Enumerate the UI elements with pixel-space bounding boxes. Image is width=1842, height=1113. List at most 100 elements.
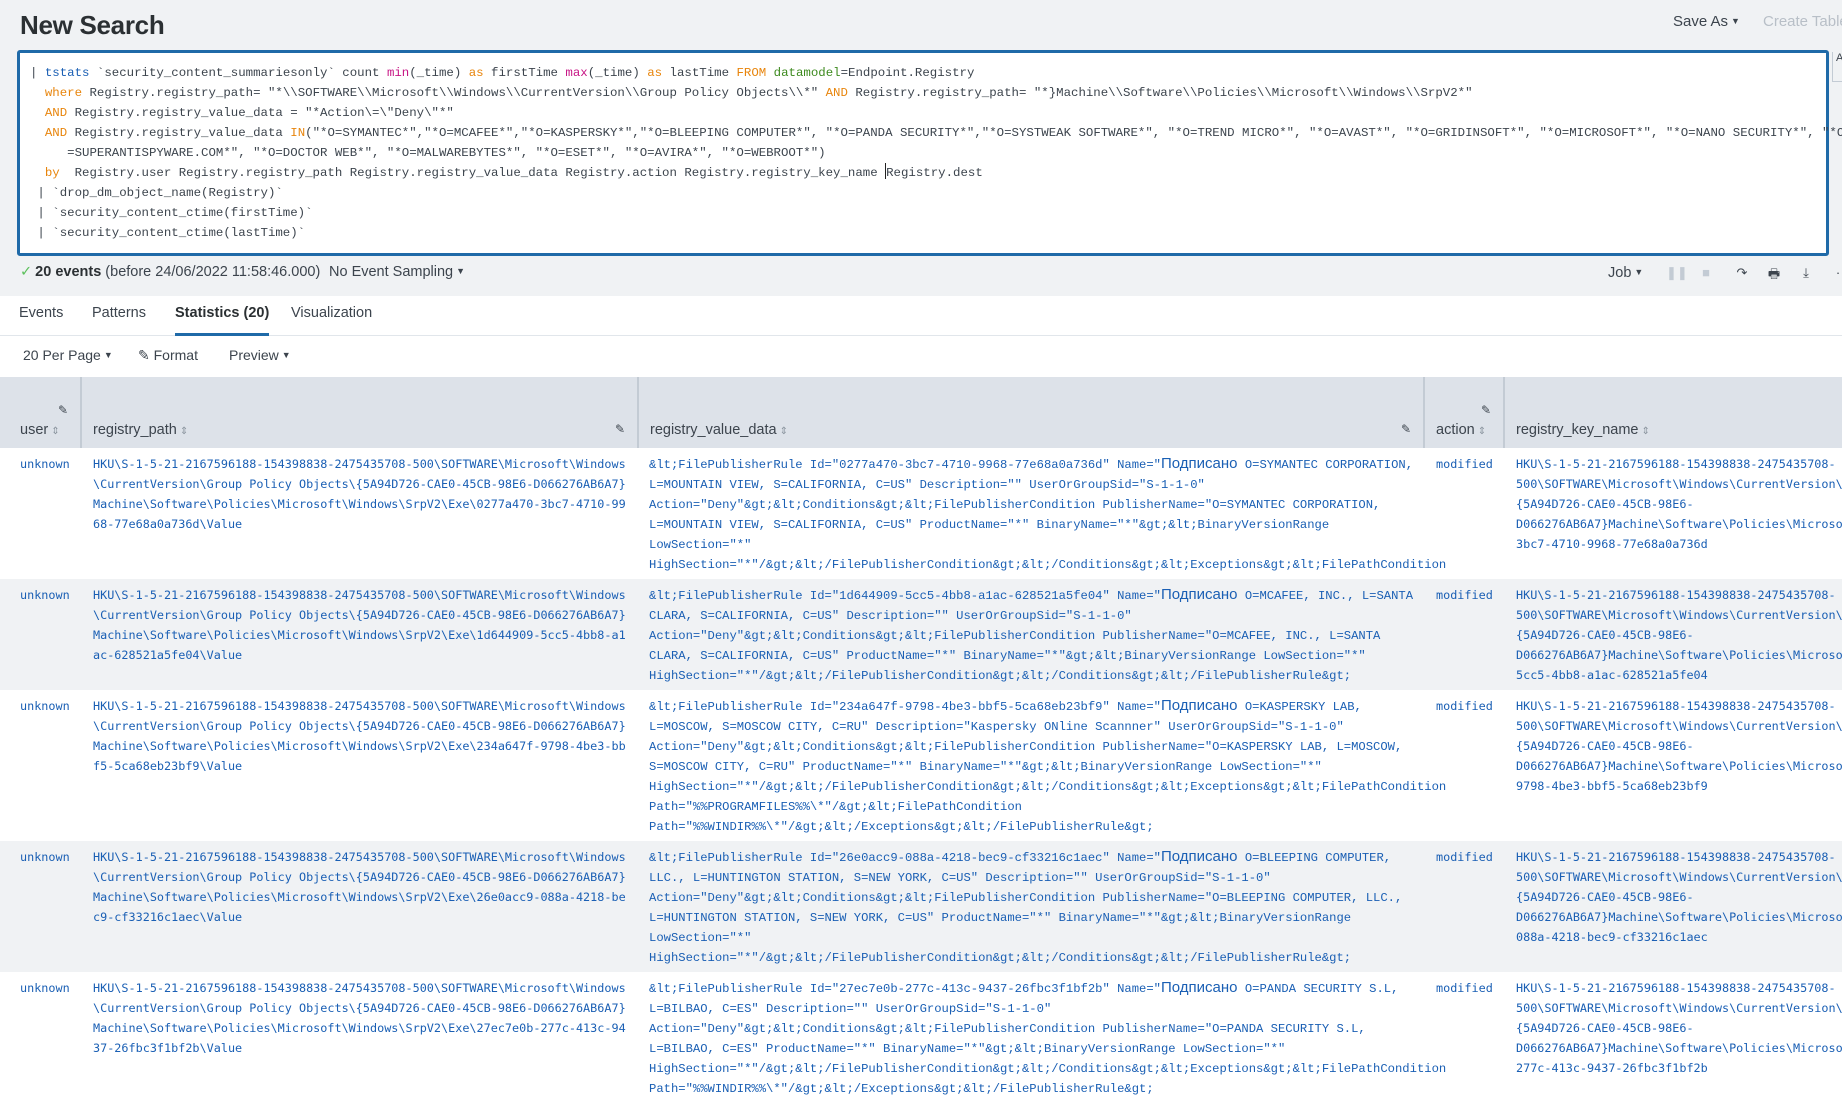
preview-dropdown[interactable]: Preview ▼	[229, 347, 291, 363]
share-icon[interactable]: ↷	[1734, 265, 1750, 281]
signed-label: Подписано	[1160, 586, 1238, 603]
cell-action[interactable]: modified	[1436, 696, 1506, 716]
value-text: O=SYMANTEC CORPORATION, L=MOUNTAIN VIEW,…	[649, 458, 1447, 592]
save-as-label: Save As	[1673, 13, 1729, 30]
value-text: O=PANDA SECURITY S.L, L=BILBAO, C=ES" De…	[649, 982, 1447, 1096]
job-label: Job	[1608, 265, 1632, 281]
value-text: &lt;FilePublisherRule Id="26e0acc9-088a-…	[649, 851, 1161, 865]
cell-user[interactable]: unknown	[20, 696, 80, 716]
cell-user[interactable]: unknown	[20, 454, 80, 474]
more-icon[interactable]: ·	[1830, 265, 1842, 281]
cell-registry-value-data[interactable]: &lt;FilePublisherRule Id="27ec7e0b-277c-…	[649, 978, 1446, 1099]
cell-action[interactable]: modified	[1436, 978, 1506, 998]
column-label: action	[1436, 422, 1475, 438]
tab-statistics[interactable]: Statistics (20)	[175, 305, 270, 336]
column-label: registry_value_data	[650, 422, 777, 438]
cell-registry-value-data[interactable]: &lt;FilePublisherRule Id="26e0acc9-088a-…	[649, 847, 1419, 968]
query-line: AND Registry.registry_value_data IN("*O=…	[44, 126, 1842, 140]
column-header-registry-key-name[interactable]: registry_key_name ⇕	[1505, 377, 1842, 448]
table-row: unknown HKU\S-1-5-21-2167596188-154398838…	[0, 448, 1842, 592]
value-text: O=KASPERSKY LAB, L=MOSCOW, S=MOSCOW CITY…	[649, 700, 1447, 834]
export-icon[interactable]: ⤓	[1798, 265, 1814, 281]
cell-action[interactable]: modified	[1436, 585, 1506, 605]
cell-registry-path[interactable]: HKU\S-1-5-21-2167596188-154398838-247543…	[93, 454, 631, 534]
table-row: unknown HKU\S-1-5-21-2167596188-154398838…	[0, 690, 1842, 841]
edit-column-icon[interactable]: ✎	[1401, 422, 1411, 436]
edit-column-icon[interactable]: ✎	[1481, 403, 1491, 417]
column-label: registry_key_name	[1516, 422, 1639, 438]
cell-registry-value-data[interactable]: &lt;FilePublisherRule Id="1d644909-5cc5-…	[649, 585, 1419, 686]
query-line: | tstats `security_content_summariesonly…	[30, 66, 975, 80]
column-header-action[interactable]: ✎ action ⇕	[1425, 377, 1503, 448]
signed-label: Подписано	[1160, 848, 1238, 865]
value-text: &lt;FilePublisherRule Id="27ec7e0b-277c-…	[649, 982, 1161, 996]
cell-action[interactable]: modified	[1436, 454, 1506, 474]
column-label: registry_path	[93, 422, 177, 438]
tab-patterns[interactable]: Patterns	[92, 305, 146, 336]
tab-visualization[interactable]: Visualization	[291, 305, 372, 336]
create-table-button[interactable]: Create Table	[1763, 13, 1842, 30]
print-icon[interactable]: 🖶	[1766, 265, 1782, 281]
value-text: O=MCAFEE, INC., L=SANTA CLARA, S=CALIFOR…	[649, 589, 1414, 683]
time-picker-edge[interactable]: A	[1832, 52, 1842, 82]
sort-icon[interactable]: ⇕	[51, 426, 59, 437]
sort-icon[interactable]: ⇕	[780, 426, 788, 437]
sort-icon[interactable]: ⇕	[180, 426, 188, 437]
cell-registry-path[interactable]: HKU\S-1-5-21-2167596188-154398838-247543…	[93, 585, 631, 665]
results-table: ✎ user ⇕ ✎ registry_path ⇕ ✎ registry_valu…	[0, 377, 1842, 1113]
table-controls: 20 Per Page ▼ ✎ Format Preview ▼	[0, 337, 1842, 377]
sort-icon[interactable]: ⇕	[1642, 426, 1650, 437]
caret-down-icon: ▼	[281, 350, 291, 360]
page-title: New Search	[20, 10, 165, 40]
cell-user[interactable]: unknown	[20, 847, 80, 867]
results-tabs: Events Patterns Statistics (20) Visualiz…	[0, 296, 1842, 336]
column-header-registry-value-data[interactable]: ✎ registry_value_data ⇕	[639, 377, 1423, 448]
query-line: AND Registry.registry_value_data = "*Act…	[44, 106, 454, 120]
cell-action[interactable]: modified	[1436, 847, 1506, 867]
column-header-user[interactable]: ✎ user ⇕	[0, 377, 80, 448]
cell-registry-path[interactable]: HKU\S-1-5-21-2167596188-154398838-247543…	[93, 847, 631, 927]
cell-user[interactable]: unknown	[20, 585, 80, 605]
caret-down-icon: ▼	[1634, 267, 1644, 277]
column-header-registry-path[interactable]: ✎ registry_path ⇕	[82, 377, 637, 448]
caret-down-icon: ▼	[1731, 16, 1740, 26]
query-line: where Registry.registry_path= "*\\SOFTWA…	[44, 86, 1473, 100]
sampling-label: No Event Sampling	[329, 264, 454, 280]
cell-registry-key-name[interactable]: HKU\S-1-5-21-2167596188-154398838-247543…	[1516, 978, 1842, 1078]
save-as-button[interactable]: Save As ▼	[1673, 13, 1740, 30]
cell-registry-value-data[interactable]: &lt;FilePublisherRule Id="234a647f-9798-…	[649, 696, 1446, 837]
caret-down-icon: ▼	[103, 350, 113, 360]
value-text: &lt;FilePublisherRule Id="234a647f-9798-…	[649, 700, 1161, 714]
cell-user[interactable]: unknown	[20, 978, 80, 998]
query-text[interactable]: | tstats `security_content_summariesonly…	[30, 63, 1842, 243]
value-text: &lt;FilePublisherRule Id="0277a470-3bc7-…	[649, 458, 1161, 472]
cell-registry-path[interactable]: HKU\S-1-5-21-2167596188-154398838-247543…	[93, 978, 631, 1058]
search-header: New Search Save As ▼ Create Table | tstat…	[0, 0, 1842, 296]
table-row: unknown HKU\S-1-5-21-2167596188-154398838…	[0, 972, 1842, 1101]
signed-label: Подписано	[1160, 979, 1238, 996]
cell-registry-path[interactable]: HKU\S-1-5-21-2167596188-154398838-247543…	[93, 696, 631, 776]
pause-icon[interactable]: ❚❚	[1666, 265, 1688, 281]
cell-registry-key-name[interactable]: HKU\S-1-5-21-2167596188-154398838-247543…	[1516, 454, 1842, 554]
edit-column-icon[interactable]: ✎	[58, 403, 68, 417]
cell-registry-key-name[interactable]: HKU\S-1-5-21-2167596188-154398838-247543…	[1516, 585, 1842, 685]
per-page-label: 20 Per Page	[23, 347, 101, 363]
per-page-dropdown[interactable]: 20 Per Page ▼	[23, 347, 113, 363]
event-detail: (before 24/06/2022 11:58:46.000)	[105, 264, 321, 280]
stop-icon[interactable]: ■	[1698, 265, 1714, 281]
tab-events[interactable]: Events	[19, 305, 63, 336]
sort-icon[interactable]: ⇕	[1478, 426, 1486, 437]
cell-registry-key-name[interactable]: HKU\S-1-5-21-2167596188-154398838-247543…	[1516, 847, 1842, 947]
query-line: by Registry.user Registry.registry_path …	[30, 163, 983, 180]
value-text: &lt;FilePublisherRule Id="1d644909-5cc5-…	[649, 589, 1161, 603]
search-query-input[interactable]: | tstats `security_content_summariesonly…	[17, 50, 1842, 256]
edit-column-icon[interactable]: ✎	[615, 422, 625, 436]
event-sampling-dropdown[interactable]: No Event Sampling ▼	[329, 264, 465, 280]
query-line: | `drop_dm_object_name(Registry)`	[30, 186, 283, 200]
job-menu[interactable]: Job ▼	[1608, 265, 1643, 281]
cell-registry-value-data[interactable]: &lt;FilePublisherRule Id="0277a470-3bc7-…	[649, 454, 1446, 595]
format-button[interactable]: ✎ Format	[138, 347, 198, 364]
preview-label: Preview	[229, 347, 279, 363]
cell-registry-key-name[interactable]: HKU\S-1-5-21-2167596188-154398838-247543…	[1516, 696, 1842, 796]
event-count: 20 events	[35, 264, 102, 280]
